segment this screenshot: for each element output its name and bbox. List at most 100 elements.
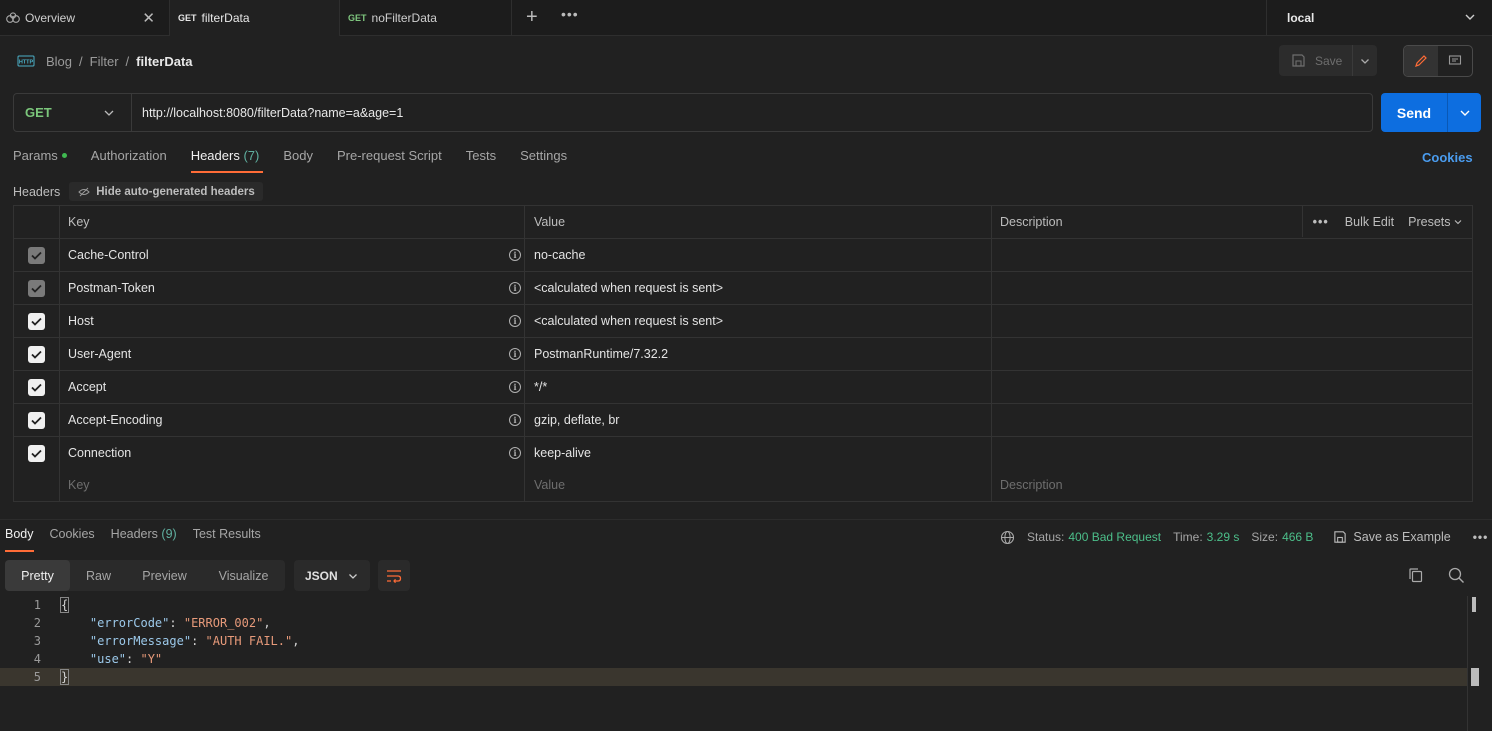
value-cell[interactable]: no-cache [525, 239, 992, 271]
description-cell[interactable] [992, 239, 1472, 271]
key-cell[interactable]: Postman-Token i [60, 272, 525, 304]
json-value: "ERROR_002" [183, 616, 264, 630]
description-cell[interactable] [992, 437, 1472, 469]
more-tabs-icon[interactable]: ••• [561, 6, 579, 22]
tab-tests[interactable]: Tests [466, 148, 496, 173]
value-cell[interactable]: PostmanRuntime/7.32.2 [525, 338, 992, 370]
key-cell[interactable]: Connection i [60, 437, 525, 469]
description-cell[interactable] [992, 305, 1472, 337]
hide-auto-headers-button[interactable]: Hide auto-generated headers [69, 182, 263, 201]
response-divider[interactable] [0, 519, 1492, 520]
divider [1301, 206, 1303, 237]
header-enabled-checkbox[interactable] [28, 279, 45, 297]
save-button[interactable]: Save [1279, 45, 1353, 76]
send-dropdown[interactable] [1448, 93, 1481, 132]
description-cell[interactable] [992, 371, 1472, 403]
format-select[interactable]: JSON [294, 560, 370, 591]
save-as-example-button[interactable]: Save as Example [1333, 530, 1451, 544]
value-cell[interactable]: <calculated when request is sent> [525, 305, 992, 337]
comments-button[interactable] [1438, 46, 1472, 76]
bulk-edit-button[interactable]: Bulk Edit [1345, 215, 1394, 229]
response-body-editor[interactable]: 1 { 2 "errorCode": "ERROR_002", 3 "error… [0, 596, 1492, 731]
view-raw[interactable]: Raw [70, 560, 127, 591]
environment-selector[interactable]: local [1266, 0, 1492, 36]
scrollbar-thumb[interactable] [1472, 597, 1476, 612]
tab-body[interactable]: Body [283, 148, 313, 173]
edit-mode-button[interactable] [1404, 46, 1438, 76]
header-enabled-checkbox[interactable] [28, 444, 45, 462]
json-value: "Y" [140, 652, 163, 666]
value-cell[interactable]: gzip, deflate, br [525, 404, 992, 436]
send-button[interactable]: Send [1381, 93, 1448, 132]
presets-dropdown[interactable]: Presets [1408, 215, 1462, 229]
tab-settings[interactable]: Settings [520, 148, 567, 173]
value-cell[interactable]: */* [525, 371, 992, 403]
description-cell[interactable] [992, 404, 1472, 436]
value-input[interactable]: Value [525, 469, 992, 501]
info-icon[interactable]: i [509, 348, 521, 360]
tab-nofilterdata[interactable]: GET noFilterData [340, 0, 512, 36]
breadcrumb-item[interactable]: Filter [90, 54, 119, 69]
info-icon[interactable]: i [509, 381, 521, 393]
cookies-link[interactable]: Cookies [1422, 150, 1473, 165]
breadcrumb-current[interactable]: filterData [136, 54, 192, 69]
close-icon[interactable]: ✕ [142, 9, 155, 27]
info-icon[interactable]: i [509, 447, 521, 459]
tab-filterdata[interactable]: GET filterData [170, 0, 340, 36]
value-cell[interactable]: <calculated when request is sent> [525, 272, 992, 304]
tab-bar: Overview ✕ GET filterData GET noFilterDa… [0, 0, 1492, 36]
status-value[interactable]: 400 Bad Request [1068, 530, 1161, 544]
params-indicator-dot [61, 153, 67, 158]
response-tab-headers[interactable]: Headers (9) [111, 527, 177, 552]
globe-icon[interactable] [1000, 530, 1015, 545]
breadcrumb-item[interactable]: Blog [46, 54, 72, 69]
value-cell[interactable]: keep-alive [525, 437, 992, 469]
url-input[interactable]: http://localhost:8080/filterData?name=a&… [132, 106, 403, 120]
more-options-icon[interactable]: ••• [1313, 215, 1329, 229]
response-tab-cookies[interactable]: Cookies [50, 527, 95, 552]
view-pretty[interactable]: Pretty [5, 560, 70, 591]
tab-headers[interactable]: Headers (7) [190, 148, 263, 173]
checkmark-icon [31, 383, 42, 392]
key-cell[interactable]: User-Agent i [60, 338, 525, 370]
view-preview[interactable]: Preview [127, 560, 202, 591]
info-icon[interactable]: i [509, 249, 521, 261]
response-tab-test-results[interactable]: Test Results [193, 527, 261, 552]
key-cell[interactable]: Host i [60, 305, 525, 337]
wrap-lines-button[interactable] [378, 560, 410, 591]
table-row: Host i <calculated when request is sent> [14, 305, 1472, 338]
new-tab-plus-icon[interactable]: + [526, 6, 538, 28]
description-cell[interactable] [992, 272, 1472, 304]
key-cell[interactable]: Accept-Encoding i [60, 404, 525, 436]
header-enabled-checkbox[interactable] [28, 312, 45, 330]
view-visualize[interactable]: Visualize [202, 560, 285, 591]
info-icon[interactable]: i [509, 414, 521, 426]
description-input[interactable]: Description [992, 469, 1472, 501]
header-enabled-checkbox[interactable] [28, 378, 45, 396]
header-enabled-checkbox[interactable] [28, 411, 45, 429]
key-cell[interactable]: Accept i [60, 371, 525, 403]
header-value: */* [534, 380, 548, 394]
header-enabled-checkbox[interactable] [28, 345, 45, 363]
header-enabled-checkbox[interactable] [28, 246, 45, 264]
copy-icon[interactable] [1408, 567, 1424, 584]
key-cell[interactable]: Cache-Control i [60, 239, 525, 271]
description-cell[interactable] [992, 338, 1472, 370]
search-icon[interactable] [1448, 567, 1465, 584]
info-icon[interactable]: i [509, 315, 521, 327]
info-icon[interactable]: i [509, 282, 521, 294]
more-options-icon[interactable]: ••• [1473, 530, 1489, 544]
method-select[interactable]: GET [14, 94, 132, 131]
response-tab-body[interactable]: Body [5, 527, 34, 552]
tab-authorization[interactable]: Authorization [91, 148, 167, 173]
save-dropdown[interactable] [1353, 45, 1377, 76]
tab-overview[interactable]: Overview ✕ [0, 0, 170, 36]
code-line: 1 { [0, 596, 1467, 614]
key-input[interactable]: Key [60, 469, 525, 501]
code-line: 4 "use": "Y" [0, 650, 1467, 668]
time-value[interactable]: 3.29 s [1207, 530, 1240, 544]
format-value: JSON [305, 568, 338, 583]
size-value[interactable]: 466 B [1282, 530, 1313, 544]
tab-params[interactable]: Params [13, 148, 67, 173]
tab-prerequest-script[interactable]: Pre-request Script [337, 148, 442, 173]
